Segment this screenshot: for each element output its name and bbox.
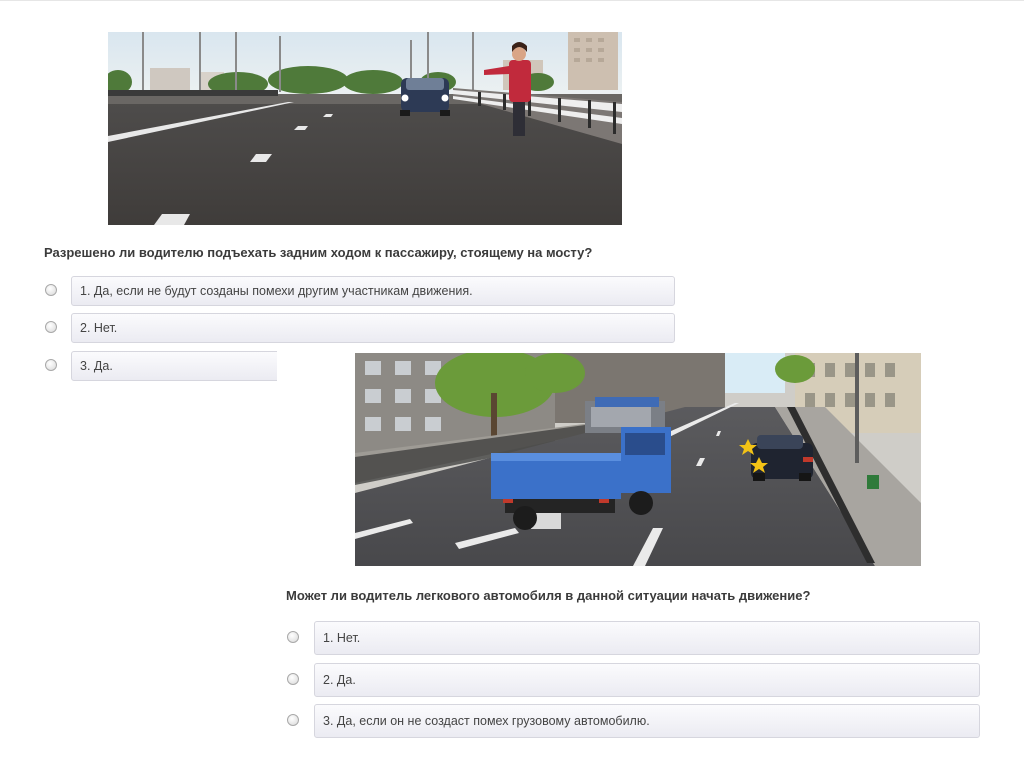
question-1-text: Разрешено ли водителю подъехать задним х… [44,245,593,260]
question-2-image [355,353,921,566]
answer-option[interactable]: 1. Нет. [314,621,980,655]
radio-button[interactable] [287,673,299,685]
top-divider [0,0,1024,1]
radio-button[interactable] [287,631,299,643]
question-1-image [108,32,622,225]
answer-option[interactable]: 3. Да, если он не создаст помех грузовом… [314,704,980,738]
radio-button[interactable] [45,359,57,371]
answer-option[interactable]: 2. Да. [314,663,980,697]
question-2-text: Может ли водитель легкового автомобиля в… [286,588,811,603]
answer-option[interactable]: 2. Нет. [71,313,675,343]
radio-button[interactable] [287,714,299,726]
radio-button[interactable] [45,284,57,296]
answer-option[interactable]: 1. Да, если не будут созданы помехи друг… [71,276,675,306]
radio-button[interactable] [45,321,57,333]
